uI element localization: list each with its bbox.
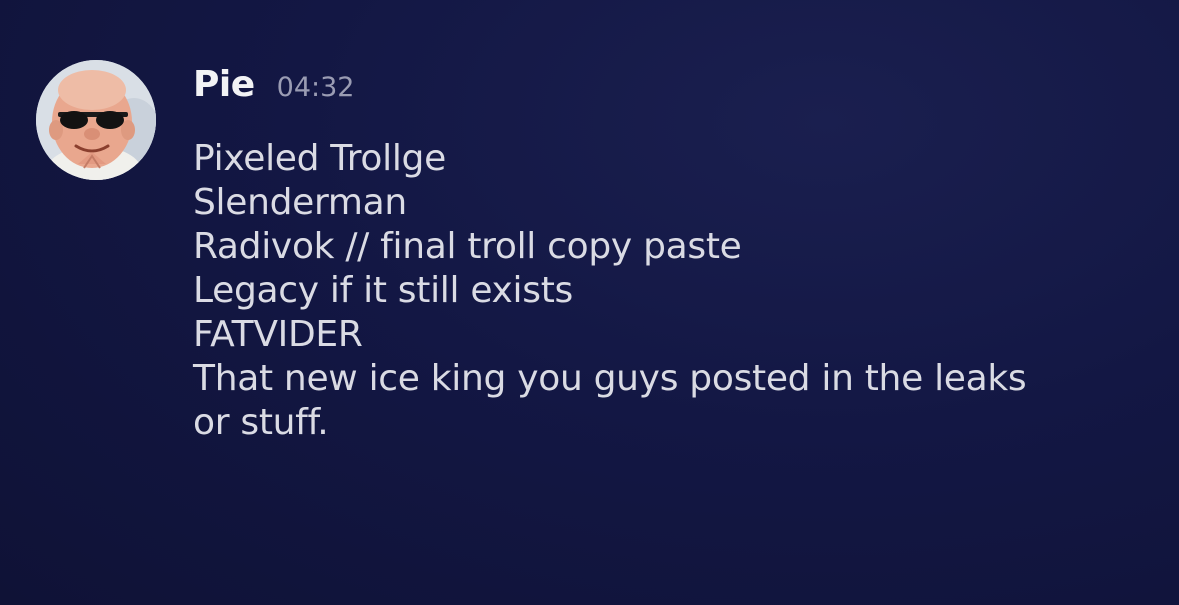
message-content: Pie 04:32 Pixeled Trollge Slenderman Rad… bbox=[193, 64, 1027, 454]
cartoon-man-sunglasses-icon bbox=[36, 60, 156, 180]
username[interactable]: Pie bbox=[193, 64, 255, 105]
avatar[interactable] bbox=[36, 60, 156, 180]
chat-message: Pie 04:32 Pixeled Trollge Slenderman Rad… bbox=[36, 60, 1156, 454]
message-body: Pixeled Trollge Slenderman Radivok // fi… bbox=[193, 127, 1027, 454]
timestamp: 04:32 bbox=[276, 72, 355, 103]
message-header: Pie 04:32 bbox=[193, 64, 1026, 108]
